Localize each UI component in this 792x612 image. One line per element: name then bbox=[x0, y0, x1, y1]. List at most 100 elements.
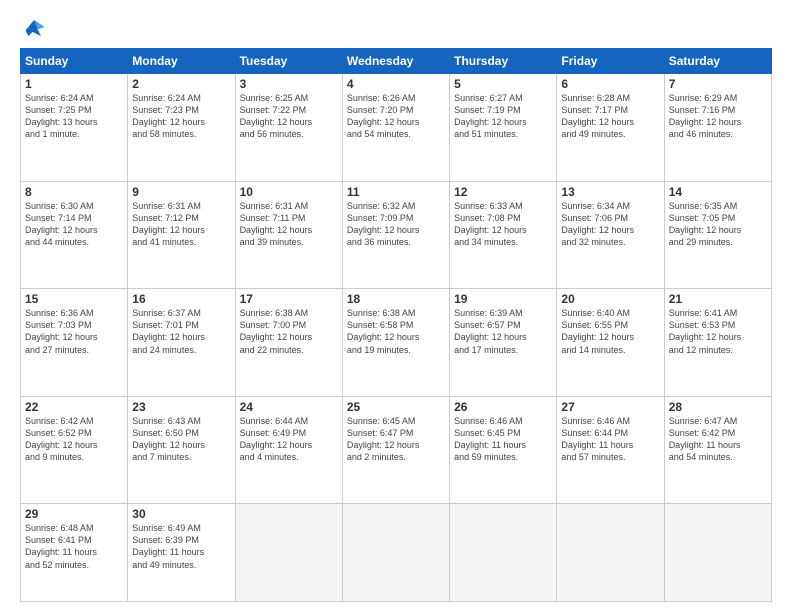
calendar-cell: 10Sunrise: 6:31 AM Sunset: 7:11 PM Dayli… bbox=[235, 181, 342, 289]
day-number: 14 bbox=[669, 185, 767, 199]
day-number: 29 bbox=[25, 507, 123, 521]
calendar-cell bbox=[342, 504, 449, 602]
day-info: Sunrise: 6:33 AM Sunset: 7:08 PM Dayligh… bbox=[454, 200, 552, 249]
day-info: Sunrise: 6:28 AM Sunset: 7:17 PM Dayligh… bbox=[561, 92, 659, 141]
day-info: Sunrise: 6:27 AM Sunset: 7:19 PM Dayligh… bbox=[454, 92, 552, 141]
day-info: Sunrise: 6:38 AM Sunset: 7:00 PM Dayligh… bbox=[240, 307, 338, 356]
day-info: Sunrise: 6:42 AM Sunset: 6:52 PM Dayligh… bbox=[25, 415, 123, 464]
day-number: 4 bbox=[347, 77, 445, 91]
calendar-cell: 8Sunrise: 6:30 AM Sunset: 7:14 PM Daylig… bbox=[21, 181, 128, 289]
day-number: 6 bbox=[561, 77, 659, 91]
day-number: 24 bbox=[240, 400, 338, 414]
day-info: Sunrise: 6:46 AM Sunset: 6:44 PM Dayligh… bbox=[561, 415, 659, 464]
weekday-header: Friday bbox=[557, 49, 664, 74]
calendar-cell: 29Sunrise: 6:48 AM Sunset: 6:41 PM Dayli… bbox=[21, 504, 128, 602]
calendar-cell: 24Sunrise: 6:44 AM Sunset: 6:49 PM Dayli… bbox=[235, 396, 342, 504]
day-number: 2 bbox=[132, 77, 230, 91]
calendar-cell: 23Sunrise: 6:43 AM Sunset: 6:50 PM Dayli… bbox=[128, 396, 235, 504]
logo bbox=[20, 16, 52, 38]
day-number: 19 bbox=[454, 292, 552, 306]
weekday-header: Tuesday bbox=[235, 49, 342, 74]
day-info: Sunrise: 6:48 AM Sunset: 6:41 PM Dayligh… bbox=[25, 522, 123, 571]
day-info: Sunrise: 6:44 AM Sunset: 6:49 PM Dayligh… bbox=[240, 415, 338, 464]
day-number: 28 bbox=[669, 400, 767, 414]
day-number: 30 bbox=[132, 507, 230, 521]
day-number: 18 bbox=[347, 292, 445, 306]
day-number: 8 bbox=[25, 185, 123, 199]
calendar-cell bbox=[235, 504, 342, 602]
day-number: 15 bbox=[25, 292, 123, 306]
week-row: 29Sunrise: 6:48 AM Sunset: 6:41 PM Dayli… bbox=[21, 504, 772, 602]
calendar-cell: 6Sunrise: 6:28 AM Sunset: 7:17 PM Daylig… bbox=[557, 74, 664, 182]
day-number: 26 bbox=[454, 400, 552, 414]
day-info: Sunrise: 6:26 AM Sunset: 7:20 PM Dayligh… bbox=[347, 92, 445, 141]
day-number: 17 bbox=[240, 292, 338, 306]
calendar-cell: 17Sunrise: 6:38 AM Sunset: 7:00 PM Dayli… bbox=[235, 289, 342, 397]
weekday-header: Sunday bbox=[21, 49, 128, 74]
day-info: Sunrise: 6:47 AM Sunset: 6:42 PM Dayligh… bbox=[669, 415, 767, 464]
day-info: Sunrise: 6:45 AM Sunset: 6:47 PM Dayligh… bbox=[347, 415, 445, 464]
weekday-header: Monday bbox=[128, 49, 235, 74]
calendar-cell: 27Sunrise: 6:46 AM Sunset: 6:44 PM Dayli… bbox=[557, 396, 664, 504]
day-info: Sunrise: 6:32 AM Sunset: 7:09 PM Dayligh… bbox=[347, 200, 445, 249]
weekday-header-row: SundayMondayTuesdayWednesdayThursdayFrid… bbox=[21, 49, 772, 74]
calendar-cell: 26Sunrise: 6:46 AM Sunset: 6:45 PM Dayli… bbox=[450, 396, 557, 504]
calendar-cell: 13Sunrise: 6:34 AM Sunset: 7:06 PM Dayli… bbox=[557, 181, 664, 289]
day-number: 3 bbox=[240, 77, 338, 91]
day-info: Sunrise: 6:46 AM Sunset: 6:45 PM Dayligh… bbox=[454, 415, 552, 464]
day-info: Sunrise: 6:49 AM Sunset: 6:39 PM Dayligh… bbox=[132, 522, 230, 571]
day-info: Sunrise: 6:24 AM Sunset: 7:23 PM Dayligh… bbox=[132, 92, 230, 141]
day-number: 21 bbox=[669, 292, 767, 306]
calendar-cell: 4Sunrise: 6:26 AM Sunset: 7:20 PM Daylig… bbox=[342, 74, 449, 182]
day-info: Sunrise: 6:41 AM Sunset: 6:53 PM Dayligh… bbox=[669, 307, 767, 356]
calendar-cell: 11Sunrise: 6:32 AM Sunset: 7:09 PM Dayli… bbox=[342, 181, 449, 289]
weekday-header: Thursday bbox=[450, 49, 557, 74]
calendar-cell: 2Sunrise: 6:24 AM Sunset: 7:23 PM Daylig… bbox=[128, 74, 235, 182]
weekday-header: Wednesday bbox=[342, 49, 449, 74]
day-info: Sunrise: 6:24 AM Sunset: 7:25 PM Dayligh… bbox=[25, 92, 123, 141]
day-number: 25 bbox=[347, 400, 445, 414]
day-number: 27 bbox=[561, 400, 659, 414]
weekday-header: Saturday bbox=[664, 49, 771, 74]
calendar-cell: 25Sunrise: 6:45 AM Sunset: 6:47 PM Dayli… bbox=[342, 396, 449, 504]
calendar-cell: 5Sunrise: 6:27 AM Sunset: 7:19 PM Daylig… bbox=[450, 74, 557, 182]
calendar-cell bbox=[664, 504, 771, 602]
day-info: Sunrise: 6:29 AM Sunset: 7:16 PM Dayligh… bbox=[669, 92, 767, 141]
day-number: 12 bbox=[454, 185, 552, 199]
day-info: Sunrise: 6:31 AM Sunset: 7:11 PM Dayligh… bbox=[240, 200, 338, 249]
calendar-cell: 21Sunrise: 6:41 AM Sunset: 6:53 PM Dayli… bbox=[664, 289, 771, 397]
calendar-cell: 12Sunrise: 6:33 AM Sunset: 7:08 PM Dayli… bbox=[450, 181, 557, 289]
week-row: 15Sunrise: 6:36 AM Sunset: 7:03 PM Dayli… bbox=[21, 289, 772, 397]
page: SundayMondayTuesdayWednesdayThursdayFrid… bbox=[0, 0, 792, 612]
day-number: 11 bbox=[347, 185, 445, 199]
calendar-cell: 18Sunrise: 6:38 AM Sunset: 6:58 PM Dayli… bbox=[342, 289, 449, 397]
day-number: 1 bbox=[25, 77, 123, 91]
calendar-cell: 30Sunrise: 6:49 AM Sunset: 6:39 PM Dayli… bbox=[128, 504, 235, 602]
calendar-cell: 1Sunrise: 6:24 AM Sunset: 7:25 PM Daylig… bbox=[21, 74, 128, 182]
calendar-table: SundayMondayTuesdayWednesdayThursdayFrid… bbox=[20, 48, 772, 602]
calendar-cell: 22Sunrise: 6:42 AM Sunset: 6:52 PM Dayli… bbox=[21, 396, 128, 504]
day-info: Sunrise: 6:38 AM Sunset: 6:58 PM Dayligh… bbox=[347, 307, 445, 356]
day-info: Sunrise: 6:35 AM Sunset: 7:05 PM Dayligh… bbox=[669, 200, 767, 249]
day-number: 22 bbox=[25, 400, 123, 414]
calendar-cell: 15Sunrise: 6:36 AM Sunset: 7:03 PM Dayli… bbox=[21, 289, 128, 397]
day-info: Sunrise: 6:43 AM Sunset: 6:50 PM Dayligh… bbox=[132, 415, 230, 464]
calendar-cell bbox=[557, 504, 664, 602]
day-info: Sunrise: 6:25 AM Sunset: 7:22 PM Dayligh… bbox=[240, 92, 338, 141]
day-info: Sunrise: 6:31 AM Sunset: 7:12 PM Dayligh… bbox=[132, 200, 230, 249]
week-row: 1Sunrise: 6:24 AM Sunset: 7:25 PM Daylig… bbox=[21, 74, 772, 182]
logo-bird-icon bbox=[20, 16, 48, 38]
calendar-cell: 9Sunrise: 6:31 AM Sunset: 7:12 PM Daylig… bbox=[128, 181, 235, 289]
day-info: Sunrise: 6:34 AM Sunset: 7:06 PM Dayligh… bbox=[561, 200, 659, 249]
calendar-cell: 20Sunrise: 6:40 AM Sunset: 6:55 PM Dayli… bbox=[557, 289, 664, 397]
day-number: 16 bbox=[132, 292, 230, 306]
day-number: 23 bbox=[132, 400, 230, 414]
calendar-cell bbox=[450, 504, 557, 602]
calendar-cell: 3Sunrise: 6:25 AM Sunset: 7:22 PM Daylig… bbox=[235, 74, 342, 182]
week-row: 22Sunrise: 6:42 AM Sunset: 6:52 PM Dayli… bbox=[21, 396, 772, 504]
day-info: Sunrise: 6:39 AM Sunset: 6:57 PM Dayligh… bbox=[454, 307, 552, 356]
day-number: 20 bbox=[561, 292, 659, 306]
day-number: 10 bbox=[240, 185, 338, 199]
day-info: Sunrise: 6:30 AM Sunset: 7:14 PM Dayligh… bbox=[25, 200, 123, 249]
day-info: Sunrise: 6:36 AM Sunset: 7:03 PM Dayligh… bbox=[25, 307, 123, 356]
